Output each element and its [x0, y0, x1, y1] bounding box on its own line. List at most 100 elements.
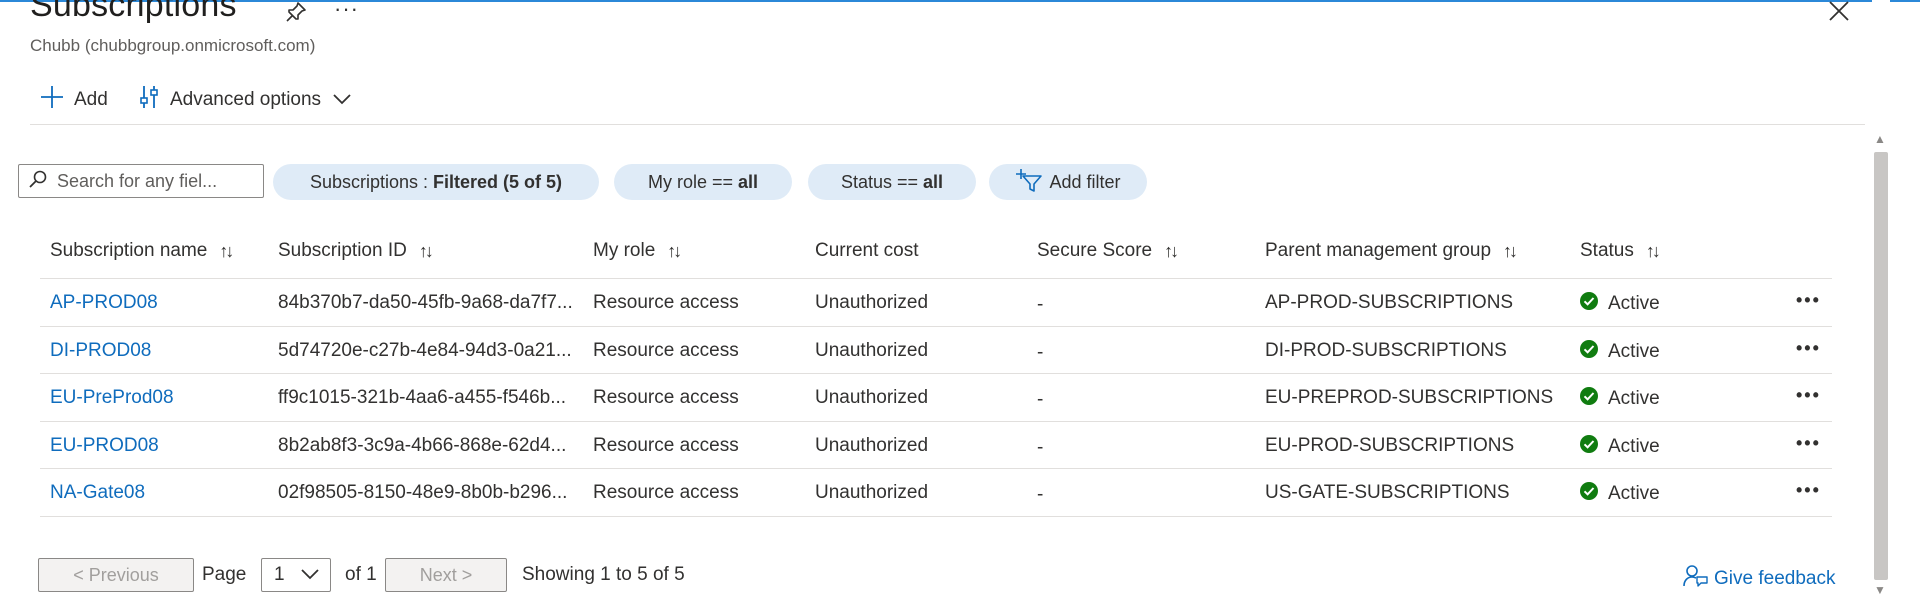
filter-key: My role == [647, 171, 734, 192]
advanced-options-label: Advanced options [170, 89, 322, 110]
search-input[interactable] [55, 169, 259, 193]
page-label: Page [202, 564, 247, 585]
add-filter-button[interactable]: Add filter [989, 164, 1147, 200]
row-divider [40, 421, 1832, 422]
subscription-id: 5d74720e-c27b-4e84-94d3-0a21... [278, 340, 572, 361]
status-cell: Active [1580, 435, 1660, 459]
column-header-subscription-name[interactable]: Subscription name ↑↓ [50, 240, 234, 262]
check-circle-icon [1580, 292, 1598, 316]
subscription-name-link[interactable]: EU-PROD08 [50, 435, 159, 457]
column-label: Parent management group [1265, 240, 1492, 261]
toolbar-divider [30, 124, 1865, 125]
column-header-status[interactable]: Status ↑↓ [1580, 240, 1661, 262]
add-button[interactable]: Add [40, 86, 108, 114]
more-options-icon[interactable]: ··· [334, 0, 359, 22]
column-header-my-role[interactable]: My role ↑↓ [593, 240, 682, 262]
sort-icon: ↑↓ [667, 240, 682, 261]
status-filter-pill[interactable]: Status == all [808, 164, 976, 200]
column-header-parent-management-group[interactable]: Parent management group ↑↓ [1265, 240, 1518, 262]
sort-icon: ↑↓ [219, 240, 234, 261]
current-cost: Unauthorized [815, 435, 929, 456]
subscription-id: ff9c1015-321b-4aa6-a455-f546b... [278, 387, 567, 408]
page-count: of 1 [345, 564, 377, 585]
header-divider [40, 278, 1832, 279]
row-more-icon[interactable]: ••• [1796, 290, 1821, 311]
sort-icon: ↑↓ [418, 240, 434, 261]
my-role-filter-pill[interactable]: My role == all [614, 164, 792, 200]
status-text: Active [1608, 293, 1660, 314]
scroll-down-arrow-icon[interactable]: ▼ [1874, 583, 1886, 597]
status-text: Active [1608, 388, 1660, 409]
page-title: Subscriptions [30, 0, 237, 24]
subscription-name-link[interactable]: EU-PreProd08 [50, 387, 174, 409]
status-cell: Active [1580, 340, 1660, 364]
filter-value: all [923, 171, 944, 192]
feedback-person-icon [1682, 564, 1708, 594]
filter-key: Status == [840, 171, 919, 192]
row-divider [40, 468, 1832, 469]
give-feedback-link[interactable]: Give feedback [1682, 564, 1835, 594]
status-cell: Active [1580, 482, 1660, 506]
current-cost: Unauthorized [815, 292, 929, 313]
subscription-name-link[interactable]: NA-Gate08 [50, 482, 145, 504]
previous-button[interactable]: < Previous [38, 558, 194, 592]
filter-key: Subscriptions : [309, 171, 429, 192]
check-circle-icon [1580, 435, 1598, 459]
sort-icon: ↑↓ [1164, 240, 1179, 261]
status-cell: Active [1580, 292, 1660, 316]
sort-icon: ↑↓ [1645, 240, 1661, 261]
column-label: Status [1580, 240, 1634, 261]
scroll-up-arrow-icon[interactable]: ▲ [1874, 132, 1886, 146]
row-divider [40, 373, 1832, 374]
add-label: Add [74, 89, 108, 110]
my-role: Resource access [593, 482, 739, 503]
next-button[interactable]: Next > [385, 558, 507, 592]
row-more-icon[interactable]: ••• [1796, 385, 1821, 406]
subscription-name-link[interactable]: DI-PROD08 [50, 340, 151, 362]
chevron-down-icon [333, 89, 351, 111]
subscription-name-link[interactable]: AP-PROD08 [50, 292, 158, 314]
my-role: Resource access [593, 435, 739, 456]
secure-score: - [1037, 294, 1044, 315]
sort-icon: ↑↓ [1503, 240, 1518, 261]
sliders-icon [140, 85, 158, 115]
add-filter-label: Add filter [1049, 171, 1121, 192]
secure-score: - [1037, 389, 1044, 410]
column-label: My role [593, 240, 656, 261]
column-label: Current cost [815, 240, 919, 261]
column-header-secure-score[interactable]: Secure Score ↑↓ [1037, 240, 1179, 262]
scrollbar-thumb[interactable] [1874, 152, 1888, 580]
subscriptions-filter-pill[interactable]: Subscriptions : Filtered (5 of 5) [273, 164, 599, 200]
parent-group: US-GATE-SUBSCRIPTIONS [1265, 482, 1510, 503]
my-role: Resource access [593, 292, 739, 313]
parent-group: DI-PROD-SUBSCRIPTIONS [1265, 340, 1507, 361]
subscription-id: 84b370b7-da50-45fb-9a68-da7f7... [278, 292, 573, 313]
add-filter-icon [1015, 168, 1043, 197]
search-field[interactable] [18, 164, 264, 198]
filter-value: all [738, 171, 759, 192]
current-cost: Unauthorized [815, 482, 929, 503]
pin-icon[interactable] [284, 0, 308, 24]
showing-range: Showing 1 to 5 of 5 [522, 564, 685, 585]
row-more-icon[interactable]: ••• [1796, 338, 1821, 359]
row-more-icon[interactable]: ••• [1796, 480, 1821, 501]
subscription-id: 8b2ab8f3-3c9a-4b66-868e-62d4... [278, 435, 567, 456]
secure-score: - [1037, 342, 1044, 363]
current-cost: Unauthorized [815, 340, 929, 361]
secure-score: - [1037, 484, 1044, 505]
page-select[interactable]: 1 [261, 558, 331, 592]
give-feedback-label: Give feedback [1714, 568, 1836, 589]
column-header-subscription-id[interactable]: Subscription ID ↑↓ [278, 240, 434, 262]
column-label: Subscription name [50, 240, 208, 261]
plus-icon [40, 85, 64, 115]
check-circle-icon [1580, 387, 1598, 411]
column-label: Subscription ID [278, 240, 407, 261]
my-role: Resource access [593, 387, 739, 408]
advanced-options-button[interactable]: Advanced options [140, 86, 351, 114]
close-icon[interactable] [1828, 0, 1850, 22]
column-label: Secure Score [1037, 240, 1153, 261]
row-more-icon[interactable]: ••• [1796, 433, 1821, 454]
page-subtitle: Chubb (chubbgroup.onmicrosoft.com) [30, 36, 316, 55]
subscription-id: 02f98505-8150-48e9-8b0b-b296... [278, 482, 568, 503]
filter-value: Filtered (5 of 5) [433, 171, 563, 192]
